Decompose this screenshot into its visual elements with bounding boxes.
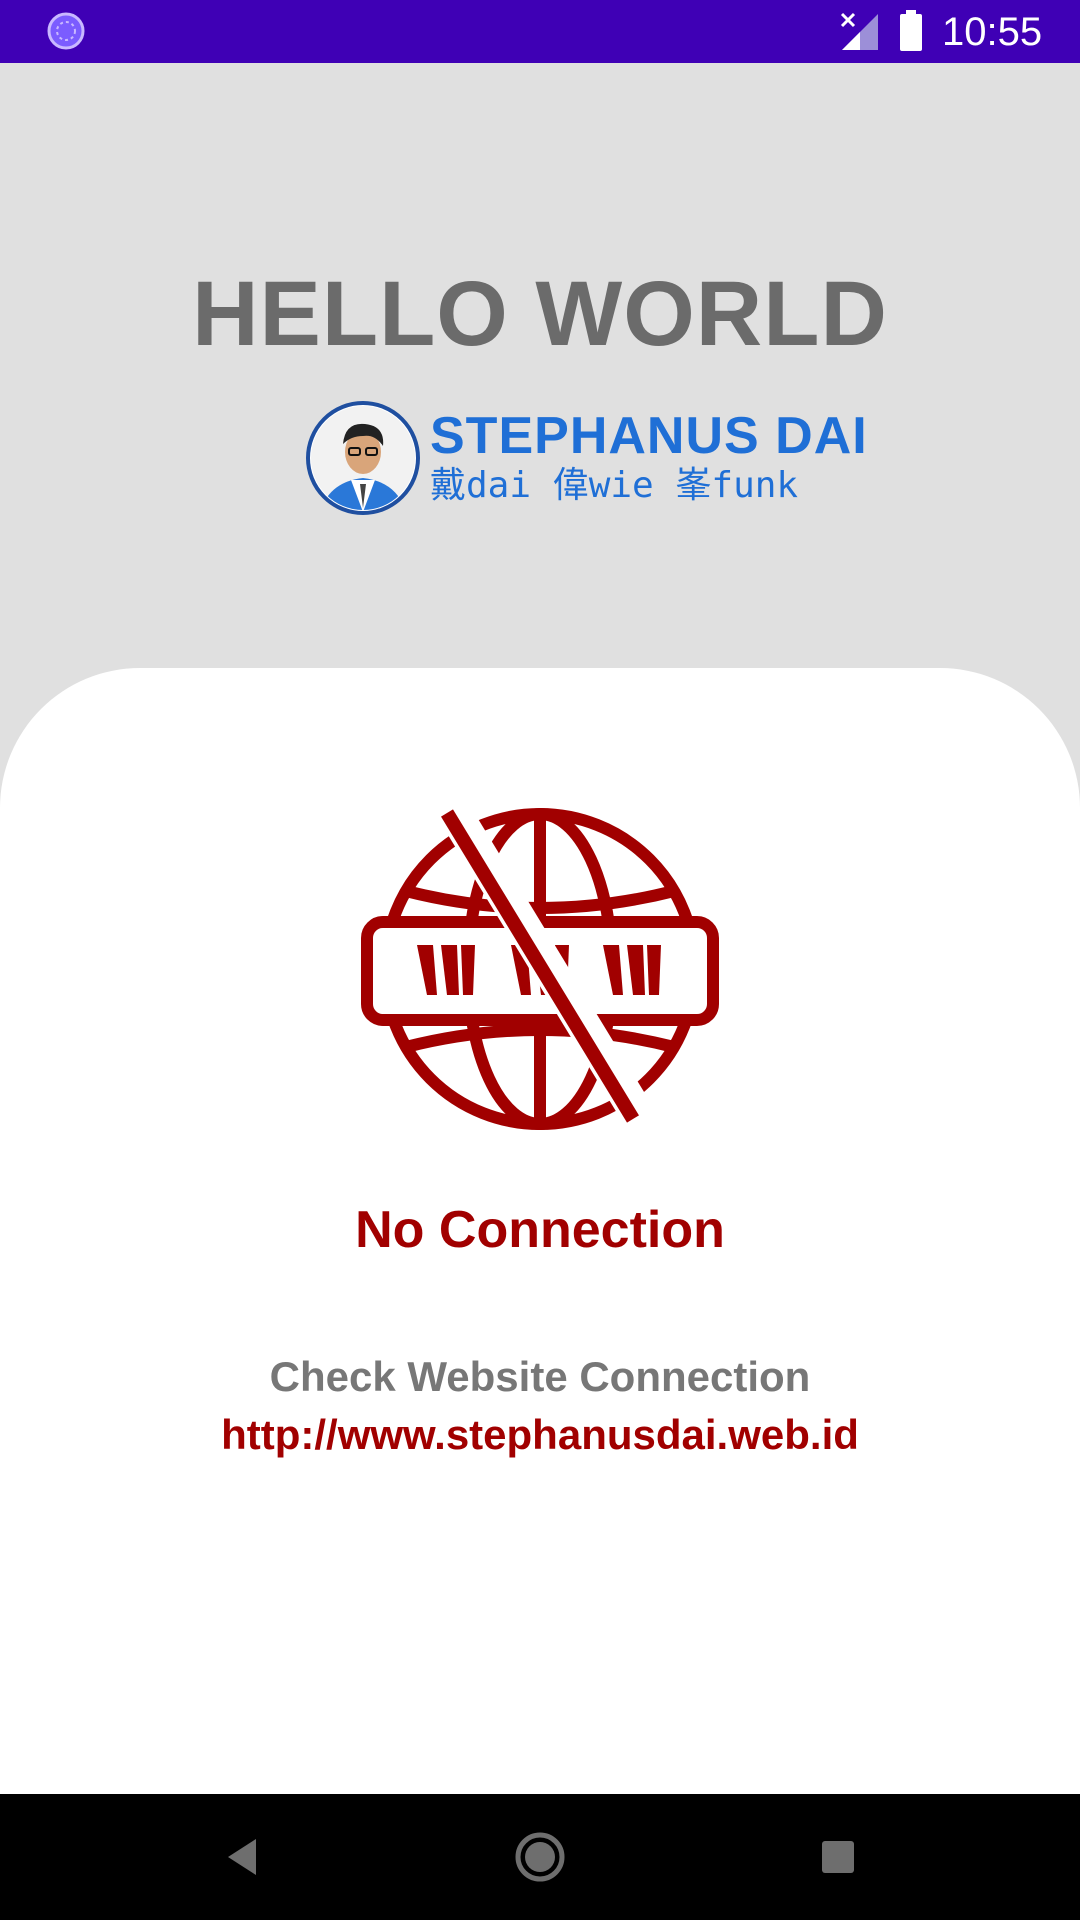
page-title: HELLO WORLD xyxy=(192,263,888,365)
navigation-bar xyxy=(0,1794,1080,1920)
home-icon[interactable] xyxy=(512,1829,568,1890)
avatar xyxy=(305,400,421,521)
logo-subtitle: 戴dai 偉wie 峯funk xyxy=(430,465,799,506)
back-icon[interactable] xyxy=(222,1829,262,1890)
status-bar: 10:55 xyxy=(0,0,1080,63)
no-www-globe-icon xyxy=(361,805,719,1135)
app-notification-icon xyxy=(46,11,86,56)
website-url-link[interactable]: http://www.stephanusdai.web.id xyxy=(0,1410,1080,1460)
battery-icon xyxy=(898,10,924,57)
recents-icon[interactable] xyxy=(818,1829,858,1890)
signal-off-icon xyxy=(838,12,880,57)
no-connection-heading: No Connection xyxy=(355,1201,725,1259)
header-area xyxy=(0,63,1080,683)
status-time: 10:55 xyxy=(942,10,1043,54)
logo-name: STEPHANUS DAI xyxy=(430,407,868,465)
logo: STEPHANUS DAI 戴dai 偉wie 峯funk xyxy=(305,400,867,516)
connection-message: Check Website Connection xyxy=(269,1353,811,1400)
